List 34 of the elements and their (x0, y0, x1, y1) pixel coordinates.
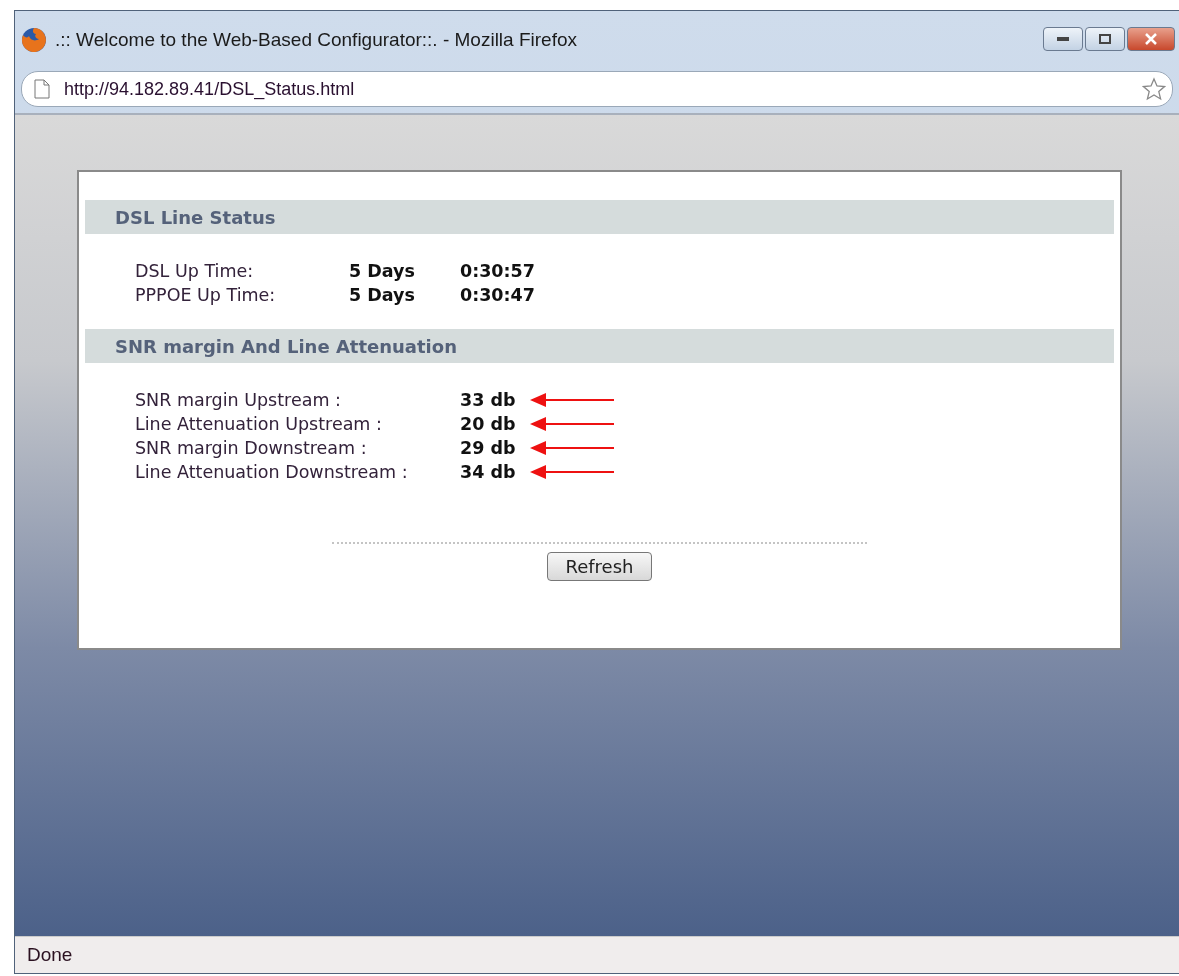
row-label: PPPOE Up Time: (135, 285, 277, 305)
row-label: SNR margin Upstream : (135, 390, 342, 410)
arrow-icon (529, 440, 614, 456)
row-label: Line Attenuation Upstream : (135, 414, 383, 434)
address-bar[interactable]: http://94.182.89.41/DSL_Status.html (21, 71, 1173, 107)
browser-logo-icon (21, 27, 47, 53)
window-title: .:: Welcome to the Web-Based Configurator::. - Mozilla Firefox (55, 29, 578, 51)
row-label: SNR margin Downstream : (135, 438, 368, 458)
section-header: SNR margin And Line Attenuation (85, 329, 1114, 363)
url-text: http://94.182.89.41/DSL_Status.html (64, 78, 356, 100)
minimize-button[interactable] (1043, 27, 1083, 51)
time-value: 0:30:47 (460, 285, 535, 305)
close-button[interactable] (1127, 27, 1175, 51)
arrow-icon (529, 464, 614, 480)
time-value: 0:30:57 (460, 261, 535, 281)
arrow-icon (529, 392, 614, 408)
row-label: DSL Up Time: (135, 261, 255, 281)
section-header: DSL Line Status (85, 200, 1114, 234)
maximize-button[interactable] (1085, 27, 1125, 51)
arrow-icon (529, 416, 614, 432)
db-value: 29 db (460, 438, 516, 458)
close-icon (1145, 33, 1157, 45)
db-value: 33 db (460, 390, 516, 410)
row-label: Line Attenuation Downstream : (135, 462, 409, 482)
minimize-icon (1057, 37, 1069, 41)
days-value: 5 Days (349, 261, 416, 281)
refresh-button[interactable]: Refresh (546, 552, 653, 581)
days-value: 5 Days (349, 285, 416, 305)
db-value: 34 db (460, 462, 516, 482)
page-icon (34, 79, 50, 99)
status-text: Done (27, 944, 73, 966)
db-value: 20 db (460, 414, 516, 434)
star-icon[interactable] (1142, 77, 1166, 101)
maximize-icon (1099, 34, 1111, 44)
